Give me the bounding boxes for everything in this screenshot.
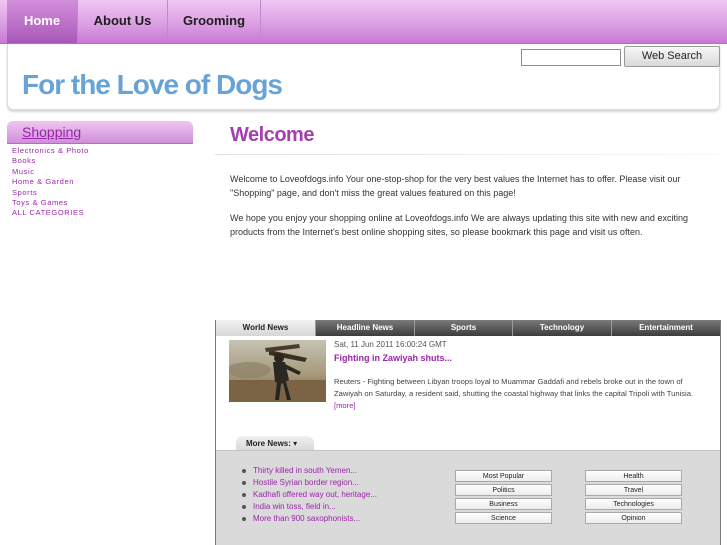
category-list: Electronics & Photo Books Music Home & G… xyxy=(12,146,89,219)
news-tab-bar: World News Headline News Sports Technolo… xyxy=(216,320,720,336)
news-date: Sat, 11 Jun 2011 16:00:24 GMT xyxy=(334,340,447,349)
more-news-label: More News: ▾ xyxy=(246,439,298,448)
more-news-item-text: Thirty killed in south Yemen... xyxy=(253,466,358,475)
category-books[interactable]: Books xyxy=(12,156,89,166)
news-category-politics[interactable]: Politics xyxy=(455,484,552,496)
news-category-most-popular[interactable]: Most Popular xyxy=(455,470,552,482)
category-all[interactable]: ALL CATEGORIES xyxy=(12,208,89,218)
search-input[interactable] xyxy=(521,49,621,66)
news-category-opinion[interactable]: Opinion xyxy=(585,512,682,524)
news-summary: Reuters - Fighting between Libyan troops… xyxy=(334,376,710,412)
news-category-science[interactable]: Science xyxy=(455,512,552,524)
page-title: Welcome xyxy=(230,124,314,146)
more-news-panel: Thirty killed in south Yemen... Hostile … xyxy=(216,450,720,545)
welcome-paragraph: Welcome to Loveofdogs.info Your one-stop… xyxy=(230,174,681,198)
more-news-item-text: Hostile Syrian border region... xyxy=(253,478,359,487)
news-more-link[interactable]: [more] xyxy=(334,401,356,410)
bullet-icon xyxy=(242,468,246,473)
more-news-item-text: More than 900 saxophonists... xyxy=(253,514,361,523)
news-widget: World News Headline News Sports Technolo… xyxy=(215,320,721,545)
heading-divider xyxy=(215,154,720,155)
tab-headline-news[interactable]: Headline News xyxy=(315,320,414,336)
category-electronics-photo[interactable]: Electronics & Photo xyxy=(12,146,89,156)
news-category-travel[interactable]: Travel xyxy=(585,484,682,496)
info-paragraph: We hope you enjoy your shopping online a… xyxy=(230,213,688,237)
more-news-item-text: Kadhafi offered way out, heritage... xyxy=(253,490,377,499)
shopping-link[interactable]: Shopping xyxy=(22,124,81,140)
more-news-item[interactable]: More than 900 saxophonists... xyxy=(242,513,377,525)
sidebar-heading-bar: Shopping xyxy=(7,121,193,144)
category-sports[interactable]: Sports xyxy=(12,188,89,198)
more-news-list: Thirty killed in south Yemen... Hostile … xyxy=(242,465,377,525)
more-news-item[interactable]: India win toss, field in... xyxy=(242,501,377,513)
news-category-business[interactable]: Business xyxy=(455,498,552,510)
top-nav-bar: Home About Us Grooming xyxy=(0,0,727,44)
more-news-item-text: India win toss, field in... xyxy=(253,502,336,511)
news-category-technologies[interactable]: Technologies xyxy=(585,498,682,510)
nav-grooming[interactable]: Grooming xyxy=(168,0,261,43)
more-news-tab[interactable]: More News: ▾ xyxy=(236,436,314,451)
bullet-icon xyxy=(242,516,246,521)
site-title: For the Love of Dogs xyxy=(22,69,283,100)
more-news-item[interactable]: Kadhafi offered way out, heritage... xyxy=(242,489,377,501)
bullet-icon xyxy=(242,492,246,497)
tab-world-news[interactable]: World News xyxy=(216,320,315,336)
tab-entertainment[interactable]: Entertainment xyxy=(611,320,720,336)
category-music[interactable]: Music xyxy=(12,167,89,177)
bullet-icon xyxy=(242,480,246,485)
page: Home About Us Grooming Web Search For th… xyxy=(0,0,727,545)
news-photo[interactable] xyxy=(229,340,326,402)
news-photo-image xyxy=(229,340,326,402)
more-news-item[interactable]: Thirty killed in south Yemen... xyxy=(242,465,377,477)
bullet-icon xyxy=(242,504,246,509)
category-toys-games[interactable]: Toys & Games xyxy=(12,198,89,208)
news-summary-text: Reuters - Fighting between Libyan troops… xyxy=(334,377,694,398)
web-search-button[interactable]: Web Search xyxy=(624,46,720,67)
tab-technology[interactable]: Technology xyxy=(512,320,611,336)
news-category-health[interactable]: Health xyxy=(585,470,682,482)
news-headline-link[interactable]: Fighting in Zawiyah shuts... xyxy=(334,353,452,363)
category-home-garden[interactable]: Home & Garden xyxy=(12,177,89,187)
nav-home[interactable]: Home xyxy=(7,0,78,43)
tab-sports[interactable]: Sports xyxy=(414,320,512,336)
nav-about-us[interactable]: About Us xyxy=(78,0,168,43)
more-news-item[interactable]: Hostile Syrian border region... xyxy=(242,477,377,489)
